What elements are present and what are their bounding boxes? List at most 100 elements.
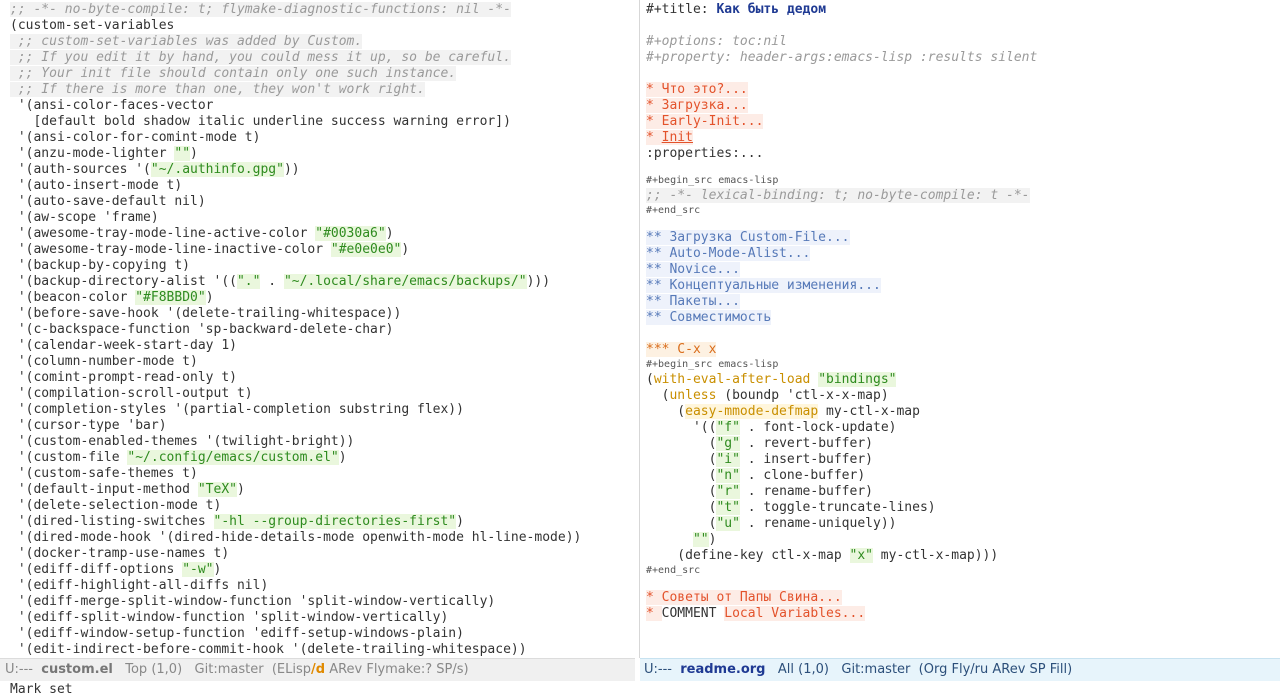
left-line[interactable]: '(beacon-color "#F8BBD0") bbox=[0, 290, 639, 306]
left-line[interactable]: [default bold shadow italic underline su… bbox=[0, 114, 639, 130]
left-line[interactable]: '(aw-scope 'frame) bbox=[0, 210, 639, 226]
left-line[interactable]: '(auto-save-default nil) bbox=[0, 194, 639, 210]
right-line[interactable]: #+property: header-args:emacs-lisp :resu… bbox=[640, 50, 1280, 66]
left-line[interactable]: '(custom-safe-themes t) bbox=[0, 466, 639, 482]
left-line[interactable]: '(comint-prompt-read-only t) bbox=[0, 370, 639, 386]
left-line[interactable]: ;; custom-set-variables was added by Cus… bbox=[0, 34, 639, 50]
left-line[interactable]: '(custom-file "~/.config/emacs/custom.el… bbox=[0, 450, 639, 466]
right-line[interactable]: ("r" . rename-buffer) bbox=[640, 484, 1280, 500]
right-line[interactable]: * Загрузка... bbox=[640, 98, 1280, 114]
right-line[interactable] bbox=[640, 578, 1280, 590]
right-line[interactable]: ** Концептуальные изменения... bbox=[640, 278, 1280, 294]
left-line[interactable]: '(column-number-mode t) bbox=[0, 354, 639, 370]
right-line[interactable]: * Early-Init... bbox=[640, 114, 1280, 130]
right-modeline-modes[interactable]: (Org Fly/ru ARev SP Fill) bbox=[919, 662, 1073, 677]
right-line[interactable] bbox=[640, 218, 1280, 230]
right-line[interactable]: * COMMENT Local Variables... bbox=[640, 606, 1280, 622]
right-line[interactable]: ("g" . revert-buffer) bbox=[640, 436, 1280, 452]
left-modeline-vcs[interactable]: Git:master bbox=[195, 662, 264, 677]
left-line[interactable]: '(dired-listing-switches "-hl --group-di… bbox=[0, 514, 639, 530]
right-line[interactable]: * Советы от Папы Свина... bbox=[640, 590, 1280, 606]
right-line[interactable]: ** Загрузка Custom-File... bbox=[640, 230, 1280, 246]
right-line[interactable]: #+options: toc:nil bbox=[640, 34, 1280, 50]
left-line[interactable]: '(ansi-color-for-comint-mode t) bbox=[0, 130, 639, 146]
left-line[interactable]: '(cursor-type 'bar) bbox=[0, 418, 639, 434]
right-line[interactable]: (with-eval-after-load "bindings" bbox=[640, 372, 1280, 388]
left-line[interactable]: '(anzu-mode-lighter "") bbox=[0, 146, 639, 162]
left-line[interactable]: '(compilation-scroll-output t) bbox=[0, 386, 639, 402]
right-line[interactable]: #+begin_src emacs-lisp bbox=[640, 174, 1280, 188]
right-line[interactable]: * Init bbox=[640, 130, 1280, 146]
right-line[interactable] bbox=[640, 162, 1280, 174]
right-mode-line[interactable]: U:--- readme.org All (1,0) Git:master (O… bbox=[640, 658, 1280, 681]
left-line[interactable]: '(c-backspace-function 'sp-backward-dele… bbox=[0, 322, 639, 338]
left-line[interactable]: ;; If you edit it by hand, you could mes… bbox=[0, 50, 639, 66]
readme-org-buffer-text[interactable]: #+title: Как быть дедом #+options: toc:ni… bbox=[640, 2, 1280, 622]
right-line[interactable]: #+end_src bbox=[640, 564, 1280, 578]
right-line[interactable]: #+title: Как быть дедом bbox=[640, 2, 1280, 18]
left-token: ;; -*- no-byte-compile: t; flymake-diagn… bbox=[10, 2, 511, 17]
left-line[interactable]: '(completion-styles '(partial-completion… bbox=[0, 402, 639, 418]
left-modeline-modes-accent[interactable]: /d bbox=[311, 662, 325, 677]
left-line[interactable]: '(delete-selection-mode t) bbox=[0, 498, 639, 514]
right-line[interactable] bbox=[640, 66, 1280, 82]
right-line[interactable]: #+begin_src emacs-lisp bbox=[640, 358, 1280, 372]
left-line[interactable]: (custom-set-variables bbox=[0, 18, 639, 34]
right-line[interactable]: * Что это?... bbox=[640, 82, 1280, 98]
left-modeline-modes[interactable]: (ELisp bbox=[272, 662, 311, 677]
left-window-custom-el[interactable]: ;; -*- no-byte-compile: t; flymake-diagn… bbox=[0, 0, 640, 658]
left-line[interactable]: ;; If there is more than one, they won't… bbox=[0, 82, 639, 98]
right-line[interactable]: (easy-mmode-defmap my-ctl-x-map bbox=[640, 404, 1280, 420]
left-line[interactable]: '(docker-tramp-use-names t) bbox=[0, 546, 639, 562]
left-line[interactable]: '(auth-sources '("~/.authinfo.gpg")) bbox=[0, 162, 639, 178]
right-line[interactable]: ** Совместимость bbox=[640, 310, 1280, 326]
right-token: unless bbox=[669, 388, 717, 403]
left-mode-line[interactable]: U:--- custom.el Top (1,0) Git:master (EL… bbox=[0, 658, 635, 681]
right-line[interactable]: ;; -*- lexical-binding: t; no-byte-compi… bbox=[640, 188, 1280, 204]
right-line[interactable]: ("u" . rename-uniquely)) bbox=[640, 516, 1280, 532]
right-line[interactable] bbox=[640, 326, 1280, 342]
right-line[interactable]: ("t" . toggle-truncate-lines) bbox=[640, 500, 1280, 516]
right-modeline-vcs[interactable]: Git:master bbox=[841, 662, 910, 677]
left-line[interactable]: '(ediff-split-window-function 'split-win… bbox=[0, 610, 639, 626]
left-line[interactable]: '(default-input-method "TeX") bbox=[0, 482, 639, 498]
left-line[interactable]: '(before-save-hook '(delete-trailing-whi… bbox=[0, 306, 639, 322]
right-modeline-buffer-name[interactable]: readme.org bbox=[680, 662, 765, 677]
minibuffer[interactable]: Mark set bbox=[0, 681, 1280, 698]
right-line[interactable]: ** Novice... bbox=[640, 262, 1280, 278]
left-line[interactable]: '(ediff-diff-options "-w") bbox=[0, 562, 639, 578]
left-line[interactable]: '(auto-insert-mode t) bbox=[0, 178, 639, 194]
left-line[interactable]: '(edit-indirect-before-commit-hook '(del… bbox=[0, 642, 639, 658]
left-modeline-buffer-name[interactable]: custom.el bbox=[41, 662, 113, 677]
right-line[interactable]: :properties:... bbox=[640, 146, 1280, 162]
right-line[interactable]: (unless (boundp 'ctl-x-x-map) bbox=[640, 388, 1280, 404]
left-token: '(aw-scope 'frame) bbox=[10, 210, 159, 225]
right-line[interactable]: ("n" . clone-buffer) bbox=[640, 468, 1280, 484]
left-line[interactable]: '(ediff-highlight-all-diffs nil) bbox=[0, 578, 639, 594]
left-line[interactable]: '(awesome-tray-mode-line-active-color "#… bbox=[0, 226, 639, 242]
right-line[interactable]: "") bbox=[640, 532, 1280, 548]
left-line[interactable]: '(calendar-week-start-day 1) bbox=[0, 338, 639, 354]
right-token: . rename-uniquely)) bbox=[739, 516, 897, 531]
left-line[interactable]: '(awesome-tray-mode-line-inactive-color … bbox=[0, 242, 639, 258]
left-line[interactable]: '(ediff-window-setup-function 'ediff-set… bbox=[0, 626, 639, 642]
left-line[interactable]: ;; Your init file should contain only on… bbox=[0, 66, 639, 82]
left-line[interactable]: '(dired-mode-hook '(dired-hide-details-m… bbox=[0, 530, 639, 546]
right-line[interactable]: ("i" . insert-buffer) bbox=[640, 452, 1280, 468]
right-line[interactable]: ** Пакеты... bbox=[640, 294, 1280, 310]
right-line[interactable] bbox=[640, 18, 1280, 34]
left-modeline-minor-modes[interactable]: ARev Flymake:? SP/s) bbox=[325, 662, 468, 677]
right-line[interactable]: (define-key ctl-x-map "x" my-ctl-x-map))… bbox=[640, 548, 1280, 564]
right-line[interactable]: ** Auto-Mode-Alist... bbox=[640, 246, 1280, 262]
left-line[interactable]: '(ansi-color-faces-vector bbox=[0, 98, 639, 114]
right-line[interactable]: #+end_src bbox=[640, 204, 1280, 218]
left-line[interactable]: '(custom-enabled-themes '(twilight-brigh… bbox=[0, 434, 639, 450]
custom-el-buffer-text[interactable]: ;; -*- no-byte-compile: t; flymake-diagn… bbox=[0, 2, 639, 658]
right-window-readme-org[interactable]: #+title: Как быть дедом #+options: toc:ni… bbox=[640, 0, 1280, 658]
left-line[interactable]: '(backup-directory-alist '(("." . "~/.lo… bbox=[0, 274, 639, 290]
right-line[interactable]: '(("f" . font-lock-update) bbox=[640, 420, 1280, 436]
left-line[interactable]: ;; -*- no-byte-compile: t; flymake-diagn… bbox=[0, 2, 639, 18]
left-line[interactable]: '(ediff-merge-split-window-function 'spl… bbox=[0, 594, 639, 610]
right-line[interactable]: *** C-x x bbox=[640, 342, 1280, 358]
left-line[interactable]: '(backup-by-copying t) bbox=[0, 258, 639, 274]
